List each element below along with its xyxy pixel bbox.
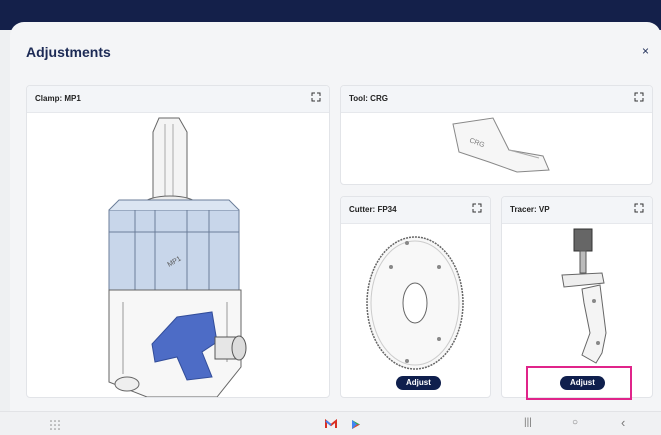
tool-card: Tool: CRG CRG [340,85,653,185]
clamp-card: Clamp: MP1 MP1 [26,85,330,398]
clamp-card-title: Clamp: MP1 [35,94,81,103]
home-button[interactable]: ○ [572,417,578,428]
tool-image: CRG [341,112,652,184]
expand-icon[interactable] [634,203,644,213]
cutter-adjust-button[interactable]: Adjust [396,376,441,390]
clamp-card-header: Clamp: MP1 [27,86,329,113]
gmail-icon[interactable] [325,419,337,429]
tool-card-header: Tool: CRG [341,86,652,113]
cutter-card: Cutter: FP34 Adjust [340,196,491,398]
recents-button[interactable]: ||| [524,417,532,428]
cutter-card-title: Cutter: FP34 [349,205,397,214]
adjust-highlight-box [526,366,632,400]
back-button[interactable]: ‹ [621,415,625,430]
cutter-card-header: Cutter: FP34 [341,197,490,224]
tracer-card-header: Tracer: VP [502,197,652,224]
modal-title: Adjustments [26,44,111,60]
cutter-image: Adjust [341,223,490,397]
system-nav-bar: ||| ○ ‹ [0,411,661,435]
expand-icon[interactable] [311,92,321,102]
tool-card-title: Tool: CRG [349,94,388,103]
close-icon[interactable]: × [642,44,649,58]
tracer-card-title: Tracer: VP [510,205,550,214]
apps-grid-icon[interactable] [50,420,60,430]
expand-icon[interactable] [634,92,644,102]
play-store-icon[interactable] [351,419,361,430]
expand-icon[interactable] [472,203,482,213]
clamp-image: MP1 [27,112,329,397]
